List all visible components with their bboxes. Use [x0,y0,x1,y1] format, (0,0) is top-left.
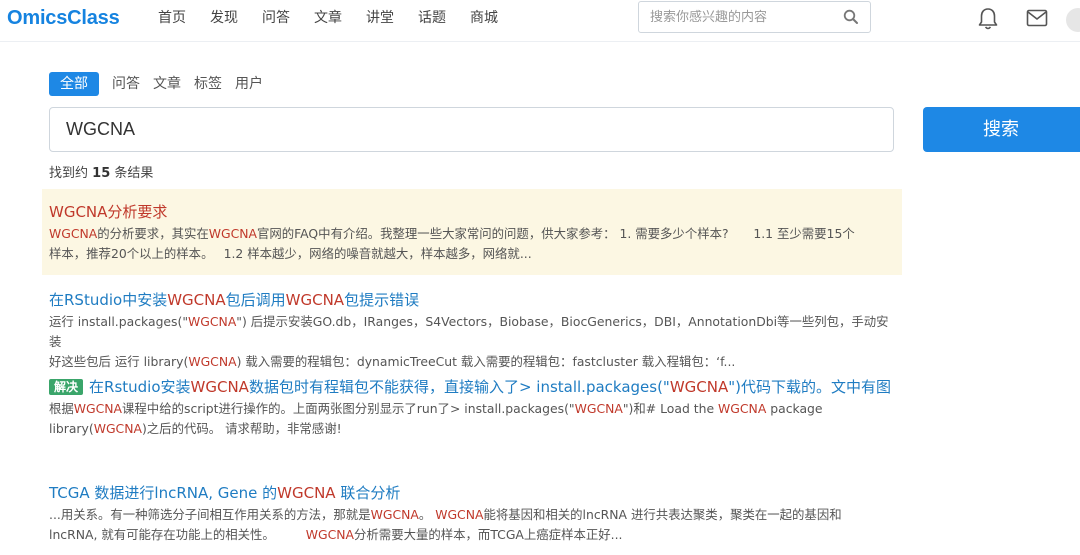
keyword-highlight: WGCNA [167,291,226,309]
search-result: 在RStudio中安装WGCNA包后调用WGCNA包提示错误 运行 instal… [42,290,902,372]
result-title[interactable]: WGCNA分析要求 [49,202,895,222]
snippet-text: 分析需要大量的样本，而TCGA上癌症样本正好... [354,527,623,542]
snippet-text: library( [49,421,94,436]
snippet-text: ")和# Load the [622,401,719,416]
result-count-suffix: 条结果 [114,166,154,181]
nav-item-lectures[interactable]: 讲堂 [366,9,394,27]
keyword-highlight: WGCNA [435,507,484,522]
search-icon[interactable] [843,9,859,29]
result-snippet: 运行 install.packages("WGCNA") 后提示安装GO.db，… [49,312,895,372]
keyword-highlight: WGCNA [188,314,237,329]
snippet-text: 根据 [49,401,74,416]
keyword-highlight: WGCNA [73,401,123,416]
snippet-line: 根据WGCNA课程中给的script进行操作的。上面两张图分别显示了run了> … [49,399,895,419]
search-result: 解决 在Rstudio安装WGCNA数据包时有程辑包不能获得，直接输入了> ins… [42,377,902,439]
keyword-highlight: WGCNA [190,378,249,396]
tab-tags[interactable]: 标签 [194,72,222,96]
snippet-line: ...用关系。有一种筛选分子间相互作用关系的方法，那就是WGCNA。 WGCNA… [49,505,895,525]
main-search-box [49,107,894,152]
search-button[interactable]: 搜索 [923,107,1080,152]
nav-item-discover[interactable]: 发现 [210,9,238,27]
keyword-highlight: WGCNA [370,507,419,522]
result-title-link[interactable]: WGCNA分析要求 [49,203,167,221]
top-search-box [638,1,871,33]
keyword-highlight: 分析要求 [107,203,168,221]
snippet-text: 。 [418,507,436,522]
snippet-text: 课程中给的script进行操作的。上面两张图分别显示了run了> install… [122,401,575,416]
result-title[interactable]: 在RStudio中安装WGCNA包后调用WGCNA包提示错误 [49,290,895,310]
keyword-highlight: WGCNA [93,421,142,436]
snippet-line: lncRNA, 就有可能存在功能上的相关性。 WGCNA分析需要大量的样本，而T… [49,525,895,545]
snippet-line: 运行 install.packages("WGCNA") 后提示安装GO.db，… [49,312,895,352]
snippet-text: 官网的FAQ中有介绍。我整理一些大家常问的问题，供大家参考： 1. 需要多少个样… [257,226,855,241]
title-text: 包后调用 [225,291,286,309]
result-count-number: 15 [92,166,111,181]
snippet-text: 好这些包后 运行 library( [49,354,189,369]
snippet-text: package [766,401,823,416]
snippet-text: ) 载入需要的程辑包：dynamicTreeCut 载入需要的程辑包：fastc… [236,354,736,369]
snippet-text: )之后的代码。 请求帮助，非常感谢! [141,421,342,436]
main-search-input[interactable] [66,108,866,151]
mail-icon[interactable] [1026,9,1048,31]
nav-item-home[interactable]: 首页 [158,9,186,27]
keyword-highlight: WGCNA [49,203,108,221]
title-text: 在RStudio中安装 [49,291,168,309]
snippet-line: WGCNA的分析要求，其实在WGCNA官网的FAQ中有介绍。我整理一些大家常问的… [49,224,895,244]
title-text: 联合分析 [335,484,401,502]
keyword-highlight: WGCNA [208,226,258,241]
title-text: 包提示错误 [344,291,420,309]
solved-badge: 解决 [49,379,84,395]
nav-item-store[interactable]: 商城 [470,9,498,27]
search-result: WGCNA分析要求 WGCNA的分析要求，其实在WGCNA官网的FAQ中有介绍。… [42,189,902,275]
result-count-prefix: 找到约 [49,166,89,181]
snippet-line: library(WGCNA)之后的代码。 请求帮助，非常感谢! [49,419,895,439]
snippet-line: 好这些包后 运行 library(WGCNA) 载入需要的程辑包：dynamic… [49,352,895,372]
keyword-highlight: WGCNA [718,401,767,416]
result-snippet: WGCNA的分析要求，其实在WGCNA官网的FAQ中有介绍。我整理一些大家常问的… [49,224,895,264]
result-title[interactable]: 解决 在Rstudio安装WGCNA数据包时有程辑包不能获得，直接输入了> ins… [49,377,895,397]
search-type-tabs: 全部 问答 文章 标签 用户 [49,72,276,96]
keyword-highlight: WGCNA [188,354,237,369]
snippet-text: 样本，推荐20个以上的样本。 1.2 样本越少，网络的噪音就越大，样本越多，网络… [49,246,532,261]
keyword-highlight: WGCNA [49,226,98,241]
snippet-text: 的分析要求，其实在 [97,226,209,241]
keyword-highlight: WGCNA [305,527,355,542]
title-text: 在Rstudio安装 [89,378,191,396]
site-logo[interactable]: OmicsClass [7,7,120,30]
keyword-highlight: WGCNA [669,378,729,396]
result-snippet: ...用关系。有一种筛选分子间相互作用关系的方法，那就是WGCNA。 WGCNA… [49,505,895,545]
avatar[interactable] [1066,8,1080,32]
keyword-highlight: WGCNA [574,401,623,416]
title-text: ")代码下载的。文中有图 [728,378,892,396]
snippet-text: ...用关系。有一种筛选分子间相互作用关系的方法，那就是 [49,507,371,522]
result-snippet: 根据WGCNA课程中给的script进行操作的。上面两张图分别显示了run了> … [49,399,895,439]
nav-item-qa[interactable]: 问答 [262,9,290,27]
result-title[interactable]: TCGA 数据进行lncRNA, Gene 的WGCNA 联合分析 [49,483,895,503]
top-navbar: OmicsClass 首页 发现 问答 文章 讲堂 话题 商城 [0,0,1080,42]
main-nav: 首页 发现 问答 文章 讲堂 话题 商城 [158,9,522,27]
title-text: TCGA 数据进行lncRNA, Gene 的 [49,484,278,502]
snippet-line: 样本，推荐20个以上的样本。 1.2 样本越少，网络的噪音就越大，样本越多，网络… [49,244,895,264]
result-title-link[interactable]: 在RStudio中安装WGCNA包后调用WGCNA包提示错误 [49,291,419,309]
result-title-link[interactable]: 在Rstudio安装WGCNA数据包时有程辑包不能获得，直接输入了> insta… [89,378,891,396]
result-title-link[interactable]: TCGA 数据进行lncRNA, Gene 的WGCNA 联合分析 [49,484,400,502]
nav-item-articles[interactable]: 文章 [314,9,342,27]
nav-item-topics[interactable]: 话题 [418,9,446,27]
snippet-text: 运行 install.packages(" [49,314,189,329]
tab-all[interactable]: 全部 [49,72,99,96]
snippet-text: lncRNA, 就有可能存在功能上的相关性。 [49,527,306,542]
top-search-input[interactable] [650,2,845,32]
title-text: 数据包时有程辑包不能获得，直接输入了> install.packages(" [248,378,670,396]
search-result: TCGA 数据进行lncRNA, Gene 的WGCNA 联合分析 ...用关系… [42,483,902,545]
tab-articles[interactable]: 文章 [153,72,181,96]
keyword-highlight: WGCNA [277,484,336,502]
keyword-highlight: WGCNA [285,291,345,309]
snippet-text: 能将基因和相关的lncRNA 进行共表达聚类，聚类在一起的基因和 [483,507,842,522]
bell-icon[interactable] [977,7,999,35]
result-count: 找到约 15 条结果 [49,162,153,181]
tab-qa[interactable]: 问答 [112,72,140,96]
tab-users[interactable]: 用户 [235,72,263,96]
